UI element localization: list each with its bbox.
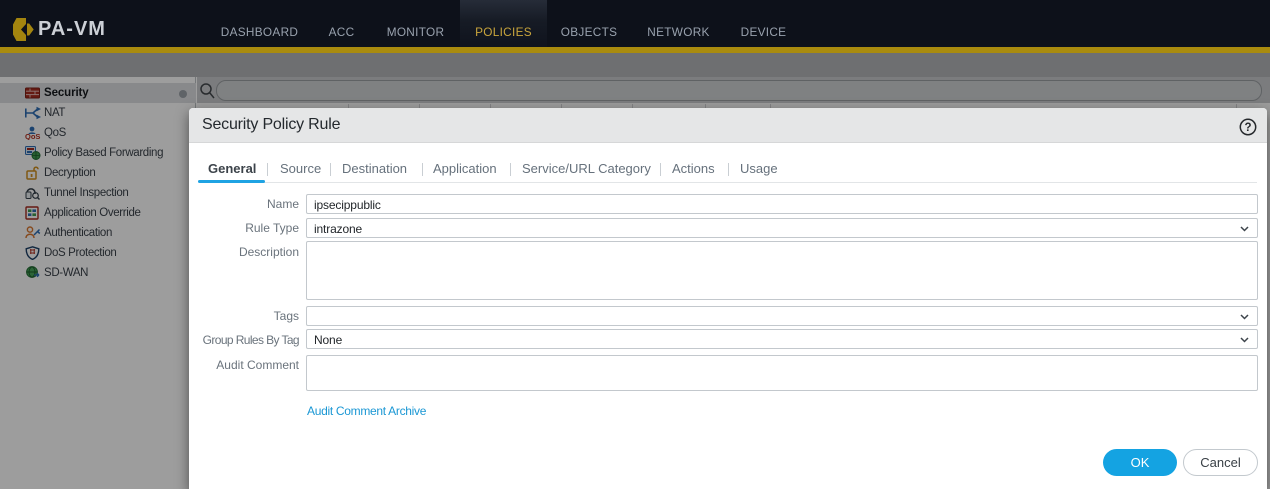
svg-text:?: ? [1244,122,1251,134]
